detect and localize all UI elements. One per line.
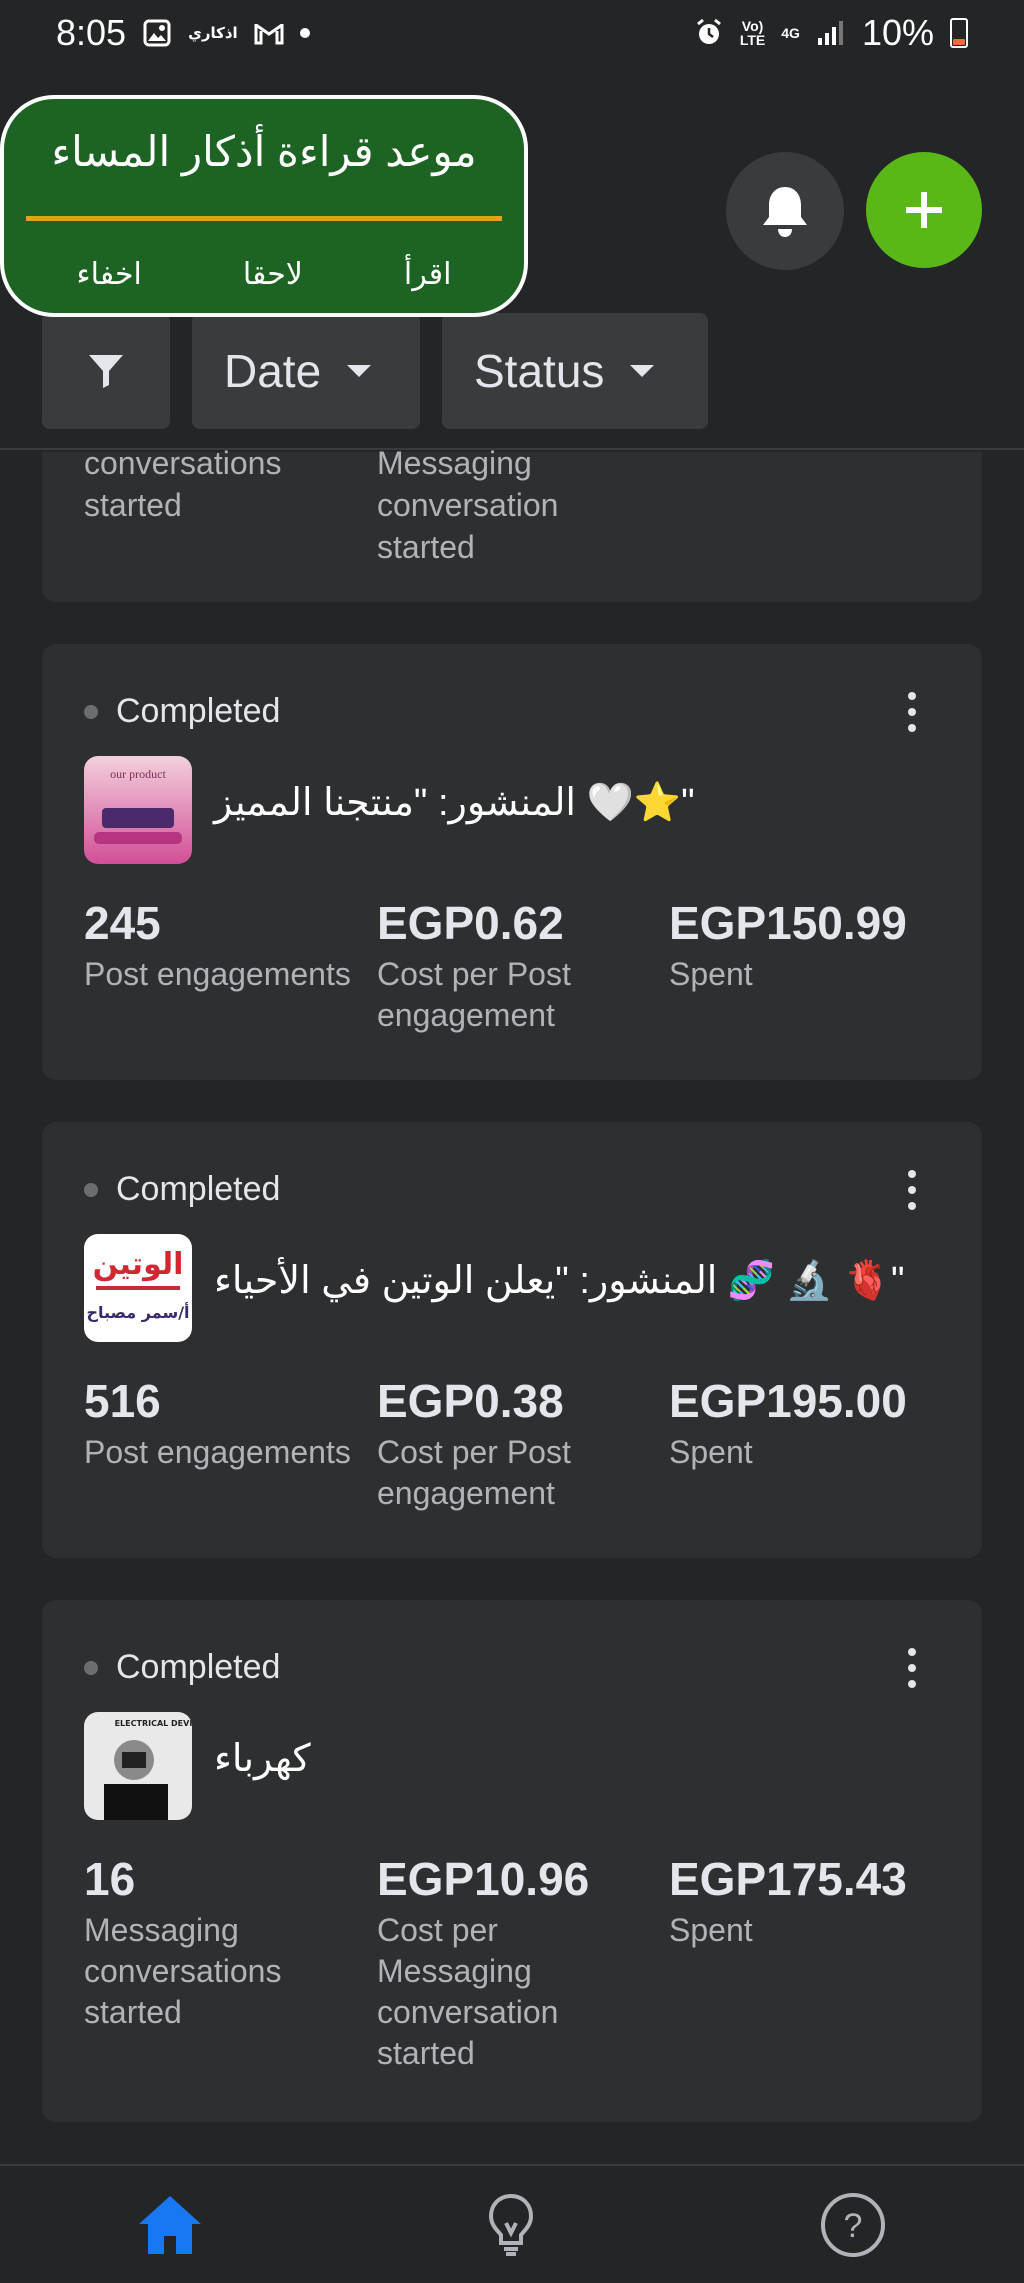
status-dot-icon [84, 704, 98, 719]
metric-spent: EGP150.99 Spent [669, 897, 907, 992]
reminder-popup[interactable]: موعد قراءة أذكار المساء اقرأ لاحقا اخفاء [0, 95, 528, 317]
gallery-notification-icon [142, 18, 172, 48]
reminder-divider [26, 216, 502, 221]
ad-thumbnail: our product [84, 756, 192, 864]
notifications-button[interactable] [726, 152, 844, 270]
ad-post-title: المنشور: "يعلن الوتين في الأحياء 🧬 🔬 🫀" [214, 1260, 905, 1302]
help-icon: ? [821, 2193, 885, 2257]
metric-results: 16 Messaging conversations started [84, 1853, 282, 2030]
ad-card[interactable]: Completed our product المنشور: "منتجنا ا… [42, 644, 982, 1080]
ad-card[interactable]: Completed ELECTRICAL DEVICES كهرباء 16 M… [42, 1600, 982, 2122]
svg-text:ELECTRICAL DEVICES: ELECTRICAL DEVICES [115, 1719, 192, 1728]
metric-spent: EGP175.43 Spent [669, 1853, 907, 1948]
app-notification-badge: اذكاري [188, 25, 238, 42]
more-options-button[interactable] [902, 692, 922, 732]
status-badge: Completed [84, 1170, 280, 1209]
status-bar: 8:05 اذكاري Vo) LTE 4G 10% [0, 0, 1024, 66]
metric-cost-per-result: EGP0.38 Cost per Post engagement [377, 1375, 571, 1511]
more-options-button[interactable] [902, 1170, 922, 1210]
date-filter-label: Date [224, 345, 322, 397]
reminder-actions: اقرأ لاحقا اخفاء [26, 257, 502, 292]
reminder-later-button[interactable]: لاحقا [243, 257, 303, 292]
plus-icon [906, 192, 942, 228]
metric-cost-per-result: EGP0.62 Cost per Post engagement [377, 897, 571, 1033]
lightbulb-icon [488, 2193, 534, 2256]
nav-home[interactable] [130, 2190, 210, 2260]
metric-results: 516 Post engagements [84, 1375, 351, 1470]
nav-ideas[interactable] [471, 2190, 551, 2260]
status-filter-dropdown[interactable]: Status [442, 313, 708, 429]
reminder-hide-button[interactable]: اخفاء [77, 257, 142, 292]
reminder-title: موعد قراءة أذكار المساء [51, 128, 477, 175]
chevron-down-icon [347, 365, 372, 377]
battery-percent: 10% [861, 12, 934, 53]
metric-label: Messaging conversation started [377, 445, 559, 565]
status-badge: Completed [84, 692, 280, 731]
more-notifications-dot [299, 28, 310, 38]
status-badge: Completed [84, 1648, 280, 1687]
ad-card-partial[interactable]: conversations started Messaging conversa… [42, 445, 982, 602]
status-dot-icon [84, 1182, 98, 1197]
metric-cost-per-result: EGP10.96 Cost per Messaging conversation… [377, 1853, 590, 2071]
home-icon [139, 2196, 201, 2254]
metric-spent: EGP195.00 Spent [669, 1375, 907, 1470]
ad-post-title: المنشور: "منتجنا المميز 🤍⭐" [214, 782, 695, 824]
status-time: 8:05 [56, 12, 127, 53]
network-4g-indicator: 4G [781, 25, 800, 41]
ad-card[interactable]: Completed الوتين أ/سمر مصباح المنشور: "ي… [42, 1122, 982, 1558]
metric-results: 245 Post engagements [84, 897, 351, 992]
date-filter-dropdown[interactable]: Date [192, 313, 420, 429]
more-options-button[interactable] [902, 1648, 922, 1688]
ad-post-title: كهرباء [214, 1738, 311, 1780]
bell-icon [763, 187, 807, 237]
nav-help[interactable]: ? [813, 2190, 893, 2260]
bottom-navigation: ? [0, 2164, 1024, 2283]
alarm-icon [694, 18, 724, 48]
svg-text:أ/سمر مصباح: أ/سمر مصباح [86, 1302, 189, 1322]
svg-text:?: ? [844, 2207, 863, 2245]
volte-indicator: Vo) LTE [739, 18, 766, 48]
svg-text:الوتين: الوتين [93, 1247, 184, 1282]
filter-icon [89, 355, 123, 388]
ad-thumbnail: الوتين أ/سمر مصباح [84, 1234, 192, 1342]
svg-text:our product: our product [110, 767, 166, 781]
filter-button[interactable] [42, 313, 170, 429]
metric-label: conversations started [84, 445, 282, 523]
battery-icon [950, 18, 968, 48]
status-dot-icon [84, 1660, 98, 1675]
chevron-down-icon [630, 365, 655, 377]
reminder-read-button[interactable]: اقرأ [404, 257, 452, 292]
ad-thumbnail: ELECTRICAL DEVICES [84, 1712, 192, 1820]
create-ad-button[interactable] [866, 152, 982, 268]
status-filter-label: Status [474, 345, 605, 397]
signal-icon [816, 18, 846, 48]
gmail-icon [254, 18, 284, 48]
